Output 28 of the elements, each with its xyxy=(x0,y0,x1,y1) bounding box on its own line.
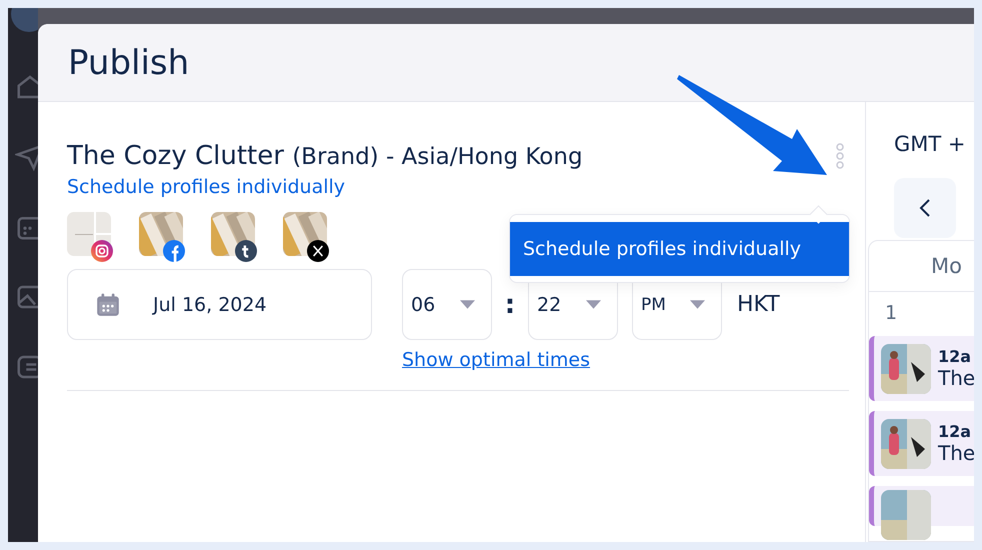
chevron-left-icon xyxy=(919,198,931,218)
caret-icon xyxy=(586,300,601,309)
event-title: The xyxy=(938,366,974,390)
more-icon[interactable] xyxy=(835,143,845,169)
caret-icon xyxy=(690,300,705,309)
timezone-label: HKT xyxy=(737,292,780,317)
calendar-event[interactable]: 12a The xyxy=(869,411,974,476)
timezone-label: GMT + xyxy=(894,132,966,156)
day-number: 1 xyxy=(884,301,898,326)
calendar-event[interactable]: 12a The xyxy=(869,336,974,401)
optimal-times-link[interactable]: Show optimal times xyxy=(402,349,590,371)
date-field[interactable]: Jul 16, 2024 xyxy=(67,269,372,340)
caret-icon xyxy=(460,300,475,309)
day-header: Mo xyxy=(931,254,962,278)
event-title: The xyxy=(938,441,974,465)
calendar-icon xyxy=(95,292,121,318)
brand-heading: The Cozy Clutter (Brand) - Asia/Hong Kong xyxy=(67,141,583,171)
instagram-icon xyxy=(91,240,113,262)
event-time: 12a xyxy=(938,347,972,366)
event-time: 12a xyxy=(938,422,972,441)
time-separator: : xyxy=(504,290,516,320)
x-icon xyxy=(307,240,329,262)
hour-select[interactable]: 06 xyxy=(402,269,492,340)
tumblr-icon xyxy=(235,240,257,262)
dialog-title: Publish xyxy=(68,42,190,82)
schedule-link[interactable]: Schedule profiles individually xyxy=(67,176,346,198)
schedule-option[interactable]: Schedule profiles individually xyxy=(510,222,849,276)
facebook-icon xyxy=(163,240,185,262)
